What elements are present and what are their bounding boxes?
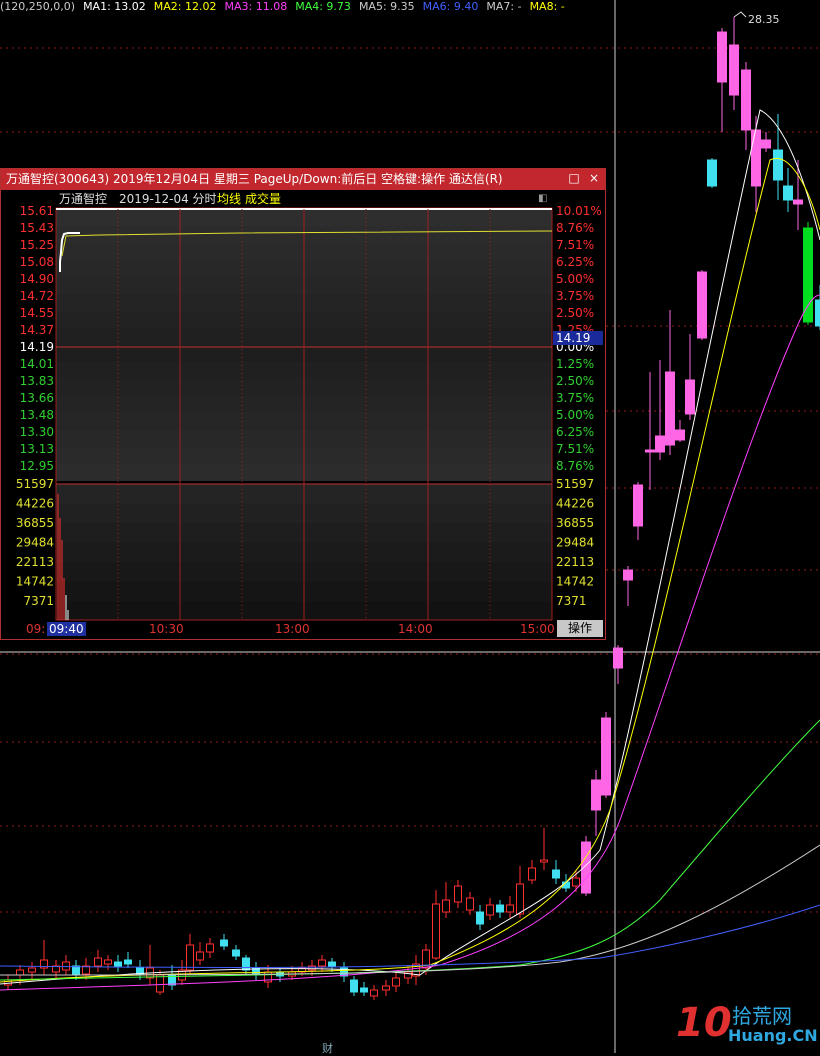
price-label-0: 15.61 [20, 204, 54, 218]
price-label-15: 12.95 [20, 459, 54, 473]
price-label-10: 13.83 [20, 374, 54, 388]
vol-label-left-0: 51597 [16, 477, 54, 491]
vol-label-left-4: 22113 [16, 555, 54, 569]
pct-label-9: 1.25% [556, 357, 594, 371]
price-label-13: 13.30 [20, 425, 54, 439]
pct-label-10: 2.50% [556, 374, 594, 388]
pct-label-3: 6.25% [556, 255, 594, 269]
pct-label-2: 7.51% [556, 238, 594, 252]
price-label-12: 13.48 [20, 408, 54, 422]
pct-label-1: 8.76% [556, 221, 594, 235]
price-label-4: 14.90 [20, 272, 54, 286]
time-1300: 13:00 [275, 622, 310, 636]
time-cursor: 09:40 [47, 622, 86, 636]
vol-label-left-3: 29484 [16, 536, 54, 550]
pct-label-6: 2.50% [556, 306, 594, 320]
price-label-14: 13.13 [20, 442, 54, 456]
price-label-3: 15.08 [20, 255, 54, 269]
vol-label-right-5: 14742 [556, 575, 594, 589]
vol-label-right-0: 51597 [556, 477, 594, 491]
time-1400: 14:00 [398, 622, 433, 636]
price-label-6: 14.55 [20, 306, 54, 320]
pct-label-11: 3.75% [556, 391, 594, 405]
pct-label-15: 8.76% [556, 459, 594, 473]
vol-label-right-2: 36855 [556, 516, 594, 530]
vol-label-right-1: 44226 [556, 497, 594, 511]
time-1500: 15:00 [520, 622, 555, 636]
current-price-text: 14.19 [556, 331, 590, 345]
pct-label-4: 5.00% [556, 272, 594, 286]
pct-label-14: 7.51% [556, 442, 594, 456]
pct-label-13: 6.25% [556, 425, 594, 439]
vol-label-left-2: 36855 [16, 516, 54, 530]
price-label-11: 13.66 [20, 391, 54, 405]
vol-label-right-3: 29484 [556, 536, 594, 550]
price-label-7: 14.37 [20, 323, 54, 337]
price-label-9: 14.01 [20, 357, 54, 371]
time-start: 09: [26, 622, 45, 636]
vol-label-left-5: 14742 [16, 575, 54, 589]
pct-label-0: 10.01% [556, 204, 602, 218]
pct-label-5: 3.75% [556, 289, 594, 303]
vol-label-left-6: 7371 [23, 594, 54, 608]
vol-label-right-6: 7371 [556, 594, 587, 608]
operate-button[interactable]: 操作 [557, 620, 603, 637]
price-label-2: 15.25 [20, 238, 54, 252]
time-1030: 10:30 [149, 622, 184, 636]
price-label-8: 14.19 [20, 340, 54, 354]
price-label-1: 15.43 [20, 221, 54, 235]
price-label-5: 14.72 [20, 289, 54, 303]
vol-label-right-4: 22113 [556, 555, 594, 569]
intraday-chart[interactable]: 15.61 15.43 15.25 15.08 14.90 14.72 14.55 14.37… [0, 0, 820, 1053]
vol-label-left-1: 44226 [16, 497, 54, 511]
pct-label-12: 5.00% [556, 408, 594, 422]
